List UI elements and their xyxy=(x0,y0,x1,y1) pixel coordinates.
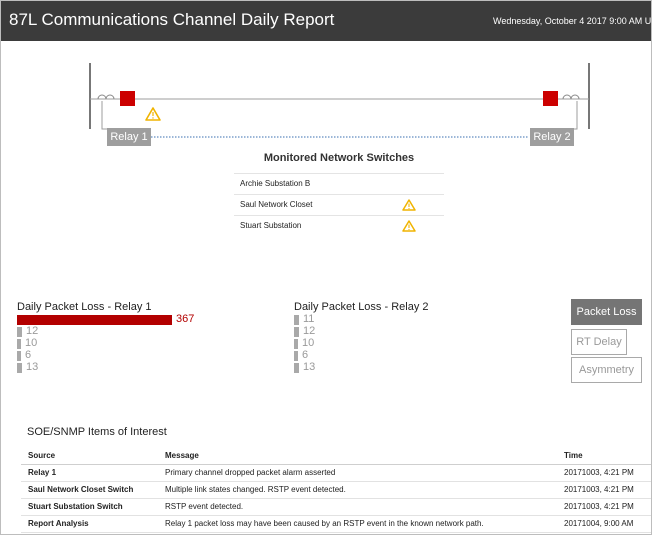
report-header: 87L Communications Channel Daily Report … xyxy=(1,1,652,41)
row-time: 20171003, 4:21 PM xyxy=(557,464,651,482)
switches-heading: Monitored Network Switches xyxy=(263,152,415,164)
row-message: RSTP event detected. xyxy=(158,498,557,516)
packet-loss-button[interactable]: Packet Loss xyxy=(571,299,642,325)
packet-loss-bar[interactable] xyxy=(294,363,299,373)
chart-title: Daily Packet Loss - Relay 2 xyxy=(294,301,429,313)
packet-loss-bar[interactable] xyxy=(294,339,298,349)
packet-loss-value-label: 13 xyxy=(26,361,39,373)
column-header-message: Message xyxy=(158,447,557,465)
row-time: 20171003, 4:21 PM xyxy=(557,481,651,499)
column-header-time: Time xyxy=(557,447,651,465)
packet-loss-value-label: 11 xyxy=(303,313,315,325)
packet-loss-value-label: 10 xyxy=(302,337,315,349)
asymmetry-button[interactable]: Asymmetry xyxy=(571,357,642,383)
packet-loss-value-label: 10 xyxy=(25,337,38,349)
chart-title: Daily Packet Loss - Relay 1 xyxy=(17,301,152,313)
table-row[interactable]: Relay 1 Primary channel dropped packet a… xyxy=(21,464,651,482)
right-breaker-icon xyxy=(543,91,558,106)
left-breaker-icon xyxy=(120,91,135,106)
warning-icon xyxy=(402,220,416,232)
packet-loss-value-label: 12 xyxy=(26,325,39,337)
right-ct-coil-icon xyxy=(562,94,580,100)
warning-icon xyxy=(145,107,161,121)
packet-loss-value-label: 367 xyxy=(176,313,195,325)
switch-name: Saul Network Closet xyxy=(240,200,313,209)
column-header-source: Source xyxy=(21,447,158,465)
row-time: 20171004, 9:00 AM xyxy=(557,515,651,533)
packet-loss-bar[interactable] xyxy=(17,315,172,325)
left-relay-wiring xyxy=(101,101,107,130)
relay-2-label[interactable]: Relay 2 xyxy=(530,128,574,146)
switch-row[interactable]: Stuart Substation xyxy=(234,215,444,236)
packet-loss-bar[interactable] xyxy=(17,339,21,349)
report-datetime: Wednesday, October 4 2017 9:00 AM UTC xyxy=(493,16,652,26)
switch-name: Stuart Substation xyxy=(240,221,302,230)
report-title: 87L Communications Channel Daily Report xyxy=(9,10,335,29)
packet-loss-bar[interactable] xyxy=(294,327,299,337)
soe-table: Source Message Time Relay 1 Primary chan… xyxy=(21,447,651,533)
row-source: Saul Network Closet Switch xyxy=(21,481,158,499)
switch-name: Archie Substation B xyxy=(240,179,311,188)
packet-loss-chart-relay-1: Daily Packet Loss - Relay 1 367 12 10 6 13 xyxy=(17,301,237,381)
row-time: 20171003, 4:21 PM xyxy=(557,498,651,516)
packet-loss-chart-relay-2: Daily Packet Loss - Relay 2 11 12 10 6 13 xyxy=(294,301,514,381)
line-diagram: Relay 1 Relay 2 xyxy=(1,41,651,161)
relay-1-label[interactable]: Relay 1 xyxy=(107,128,151,146)
row-source: Stuart Substation Switch xyxy=(21,498,158,516)
row-message: Relay 1 packet loss may have been caused… xyxy=(158,515,557,533)
packet-loss-value-label: 12 xyxy=(303,325,316,337)
packet-loss-bar[interactable] xyxy=(17,327,22,337)
soe-title: SOE/SNMP Items of Interest xyxy=(27,426,167,438)
row-source: Relay 1 xyxy=(21,464,158,482)
switch-row[interactable]: Archie Substation B xyxy=(234,173,444,194)
right-relay-wiring xyxy=(574,101,578,130)
packet-loss-bar[interactable] xyxy=(294,351,298,361)
table-row[interactable]: Saul Network Closet Switch Multiple link… xyxy=(21,481,651,499)
table-header-row: Source Message Time xyxy=(21,447,651,465)
table-row[interactable]: Stuart Substation Switch RSTP event dete… xyxy=(21,498,651,516)
row-message: Multiple link states changed. RSTP event… xyxy=(158,481,557,499)
packet-loss-bar[interactable] xyxy=(294,315,299,325)
packet-loss-value-label: 6 xyxy=(302,349,309,361)
row-message: Primary channel dropped packet alarm ass… xyxy=(158,464,557,482)
table-row[interactable]: Report Analysis Relay 1 packet loss may … xyxy=(21,515,651,533)
row-source: Report Analysis xyxy=(21,515,158,533)
packet-loss-value-label: 6 xyxy=(25,349,32,361)
monitored-switches-panel: Monitored Network Switches Archie Substa… xyxy=(234,149,444,236)
left-ct-coil-icon xyxy=(97,94,115,100)
report-window: 87L Communications Channel Daily Report … xyxy=(0,0,652,535)
packet-loss-bar[interactable] xyxy=(17,363,22,373)
packet-loss-value-label: 13 xyxy=(303,361,316,373)
switch-row[interactable]: Saul Network Closet xyxy=(234,194,444,215)
rt-delay-button[interactable]: RT Delay xyxy=(571,329,627,355)
packet-loss-bar[interactable] xyxy=(17,351,21,361)
warning-icon xyxy=(402,199,416,211)
